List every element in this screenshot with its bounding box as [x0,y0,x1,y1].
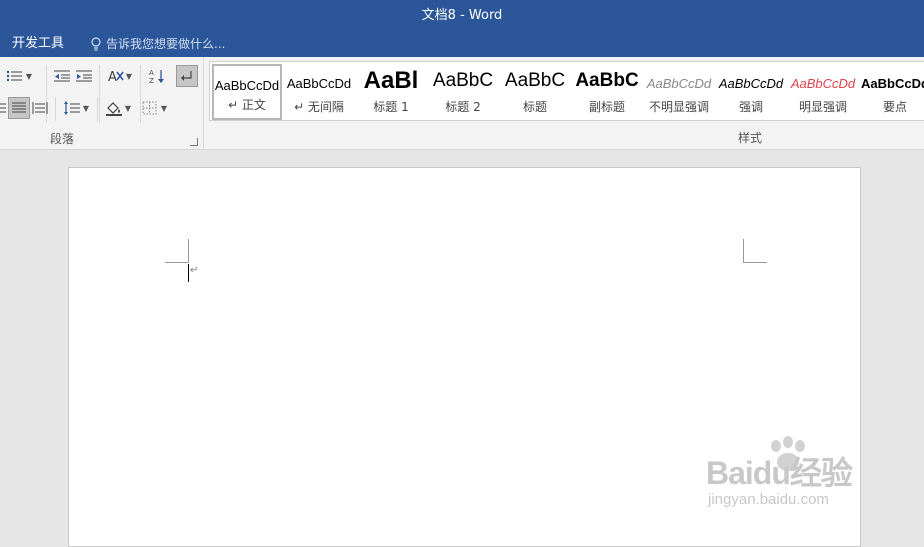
watermark-url: jingyan.baidu.com [708,491,829,508]
show-marks-button[interactable] [176,65,198,87]
style-subtitle[interactable]: AaBbC 副标题 [572,64,642,120]
style-intense-emphasis[interactable]: AaBbCcDd 明显强调 [788,64,858,120]
shading-button[interactable]: ▼ [102,97,134,119]
style-strong[interactable]: AaBbCcDd 要点 [860,64,924,120]
style-sample: AaBl [363,67,419,94]
divider [97,97,98,121]
distributed-align-icon [32,102,48,114]
bullet-list-icon [6,70,22,82]
style-label: 明显强调 [798,100,847,114]
style-sample: AaBbC [432,70,494,91]
baidu-watermark: Baidu经验 jingyan.baidu.com [706,436,886,516]
style-label: 要点 [882,100,907,114]
title-bar: 文档8 - Word [0,0,924,31]
style-sample: AaBbCcDd [790,76,856,91]
style-emphasis[interactable]: AaBbCcDd 强调 [716,64,786,120]
style-sample: AaBbCcDd [214,78,280,93]
text-cursor [188,264,189,282]
margin-corner-top-left [165,239,189,263]
style-heading-2[interactable]: AaBbC 标题 2 [428,64,498,120]
watermark-title: Baidu经验 [706,455,853,491]
margin-corner-top-right [743,239,767,263]
style-heading-1[interactable]: AaBl 标题 1 [356,64,426,120]
style-label: 标题 2 [445,100,481,114]
paragraph-group: ▼ A ▼ A Z ▼ ▼ ▼ 段落 [0,57,204,150]
style-sample: AaBbC [575,70,639,91]
style-no-spacing[interactable]: AaBbCcDd ↵ 无间隔 [284,64,354,120]
align-left-icon [0,103,6,113]
style-label: 标题 [522,100,547,114]
chevron-down-icon: ▼ [82,103,90,113]
chevron-down-icon: ▼ [25,71,33,81]
align-justify-button[interactable] [8,97,30,119]
tell-me-placeholder: 告诉我您想要做什么... [106,37,226,51]
sort-az-icon: A Z [149,69,164,84]
chevron-down-icon: ▼ [160,103,168,113]
paragraph-mark-icon [181,71,192,81]
tell-me-box[interactable]: 告诉我您想要做什么... [90,35,225,53]
svg-text:A: A [108,70,117,84]
styles-gallery: AaBbCcDd ↵ 正文 AaBbCcDd ↵ 无间隔 AaBl 标题 1 A… [209,61,924,121]
divider [55,97,56,121]
svg-text:A: A [149,69,154,77]
bullets-button[interactable]: ▼ [0,65,38,87]
asian-layout-icon: A [108,70,124,84]
style-subtle-emphasis[interactable]: AaBbCcDd 不明显强调 [644,64,714,120]
decrease-indent-button[interactable] [52,65,72,87]
style-sample: AaBbCcDd [861,76,924,91]
svg-text:Z: Z [149,77,154,84]
divider [99,65,100,123]
paragraph-mark: ↵ [190,265,199,276]
lightbulb-icon [91,37,101,51]
window-title: 文档8 - Word [421,8,503,23]
increase-indent-button[interactable] [74,65,94,87]
line-spacing-button[interactable]: ▼ [60,97,92,119]
chevron-down-icon: ▼ [125,71,133,81]
style-title[interactable]: AaBbC 标题 [500,64,570,120]
style-sample: AaBbCcDd [286,76,352,91]
paint-bucket-icon [105,102,122,116]
style-label: ↵ 正文 [228,98,266,112]
asian-layout-button[interactable]: A ▼ [104,65,134,87]
distributed-button[interactable] [30,97,50,119]
style-sample: AaBbCcDd [646,76,712,91]
styles-group-label: 样式 [738,131,763,145]
chevron-down-icon: ▼ [124,103,132,113]
style-label: 不明显强调 [648,100,709,114]
decrease-indent-icon [54,70,70,82]
tab-bar: 开发工具 告诉我您想要做什么... [0,31,924,57]
borders-icon [142,101,157,115]
increase-indent-icon [76,70,92,82]
ribbon: ▼ A ▼ A Z ▼ ▼ ▼ 段落 AaBbCcDd ↵ 正文 AaBbCcD… [0,57,924,150]
dialog-launcher-icon[interactable] [190,138,198,146]
sort-button[interactable]: A Z [146,65,168,87]
style-label: 副标题 [588,100,625,114]
align-left-button[interactable] [0,97,6,119]
tab-developer[interactable]: 开发工具 [12,35,64,53]
style-normal[interactable]: AaBbCcDd ↵ 正文 [212,64,282,120]
style-sample: AaBbC [504,70,566,91]
line-spacing-icon [63,101,80,115]
style-label: 标题 1 [373,100,409,114]
borders-button[interactable]: ▼ [138,97,170,119]
style-label: ↵ 无间隔 [294,100,344,114]
style-label: 强调 [738,100,763,114]
paragraph-group-label: 段落 [50,132,75,146]
style-sample: AaBbCcDd [718,76,784,91]
align-justify-icon [12,102,26,113]
